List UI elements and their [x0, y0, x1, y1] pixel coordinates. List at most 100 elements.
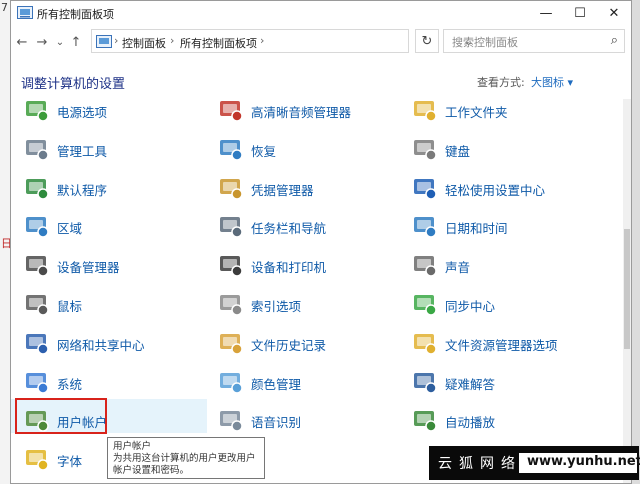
control-panel-item[interactable]: 键盘	[411, 134, 601, 166]
autoplay-icon	[414, 411, 437, 433]
control-panel-item[interactable]: 用户帐户	[23, 405, 213, 437]
item-label: 恢复	[251, 143, 277, 159]
control-panel-icon	[96, 35, 112, 48]
control-panel-window: 所有控制面板项 — ☐ ✕ ← → ⌄ ↑ › 控制面板 › 所有控制面板项 ›…	[10, 0, 632, 484]
item-label: 轻松使用设置中心	[445, 182, 546, 198]
title-bar[interactable]: 所有控制面板项 — ☐ ✕	[11, 1, 631, 25]
minimize-button[interactable]: —	[529, 1, 563, 25]
control-panel-item[interactable]: 声音	[411, 250, 601, 282]
vertical-scrollbar[interactable]	[623, 99, 631, 483]
control-panel-item[interactable]: 恢复	[217, 134, 407, 166]
control-panel-item[interactable]: 管理工具	[23, 134, 213, 166]
file-history-icon	[220, 333, 243, 355]
item-label: 同步中心	[445, 299, 496, 314]
folder-options-icon	[414, 333, 437, 355]
item-label: 声音	[445, 260, 471, 276]
speech-recognition-icon	[220, 411, 243, 433]
control-panel-item[interactable]: 系统	[23, 367, 213, 399]
system-icon	[26, 372, 49, 394]
item-label: 语音识别	[251, 415, 302, 431]
item-label: 默认程序	[57, 182, 108, 198]
tooltip-title: 用户帐户	[113, 441, 152, 452]
device-manager-icon	[26, 256, 49, 277]
item-label: 设备和打印机	[251, 260, 327, 276]
breadcrumb-separator: ›	[170, 34, 175, 47]
control-panel-item[interactable]: 自动播放	[411, 405, 601, 437]
item-label: 网络和共享中心	[57, 337, 145, 353]
user-accounts-icon	[26, 411, 49, 433]
indexing-icon	[220, 295, 243, 316]
region-icon	[26, 217, 49, 239]
item-label: 设备管理器	[57, 260, 120, 276]
network-icon	[26, 333, 49, 355]
item-label: 系统	[57, 376, 83, 392]
search-icon[interactable]: ⌕	[611, 33, 618, 48]
recovery-icon	[220, 139, 243, 161]
control-panel-item[interactable]: 任务栏和导航	[217, 211, 407, 243]
item-label: 文件历史记录	[251, 337, 327, 353]
address-bar[interactable]: › 控制面板 › 所有控制面板项 › ⌄	[91, 29, 473, 53]
control-panel-item[interactable]: 颜色管理	[217, 367, 407, 399]
tooltip-description: 为共用这台计算机的用户更改用户帐户设置和密码。	[113, 453, 256, 476]
control-panel-item[interactable]: 语音识别	[217, 405, 407, 437]
watermark-en-box: www.yunhu.net	[519, 453, 640, 473]
item-label: 管理工具	[57, 143, 108, 159]
item-label: 高清晰音频管理器	[251, 105, 352, 120]
printer-icon	[220, 256, 243, 277]
item-label: 任务栏和导航	[251, 221, 327, 237]
control-panel-item[interactable]: 文件资源管理器选项	[411, 328, 601, 360]
refresh-button[interactable]: ↻	[415, 29, 439, 53]
forward-button[interactable]: →	[33, 27, 51, 57]
control-panel-item[interactable]: 文件历史记录	[217, 328, 407, 360]
mouse-icon	[26, 295, 49, 316]
back-button[interactable]: ←	[13, 27, 31, 57]
control-panel-item[interactable]: 设备和打印机	[217, 250, 407, 282]
admin-tools-icon	[26, 139, 49, 161]
sync-center-icon	[414, 295, 437, 316]
breadcrumb-separator: ›	[260, 34, 265, 47]
up-button[interactable]: ↑	[67, 27, 85, 57]
keyboard-icon	[414, 139, 437, 161]
window-title: 所有控制面板项	[37, 8, 114, 21]
control-panel-item[interactable]: 同步中心	[411, 289, 601, 321]
fonts-icon	[26, 450, 49, 471]
work-folders-icon	[414, 101, 437, 122]
item-label: 用户帐户	[57, 415, 108, 431]
control-panel-item[interactable]: 高清晰音频管理器	[217, 99, 407, 127]
item-label: 键盘	[445, 143, 471, 159]
scrollbar-thumb[interactable]	[624, 229, 630, 349]
control-panel-item[interactable]: 电源选项	[23, 99, 213, 127]
control-panel-item[interactable]: 设备管理器	[23, 250, 213, 282]
control-panel-item[interactable]: 凭据管理器	[217, 173, 407, 205]
control-panel-item[interactable]: 默认程序	[23, 173, 213, 205]
search-placeholder: 搜索控制面板	[452, 36, 518, 49]
item-label: 颜色管理	[251, 376, 302, 392]
sound-icon	[414, 256, 437, 277]
item-label: 疑难解答	[445, 376, 496, 392]
breadcrumb-all-items[interactable]: 所有控制面板项	[180, 35, 257, 51]
control-panel-item[interactable]: 网络和共享中心	[23, 328, 213, 360]
item-label: 字体	[57, 454, 83, 470]
item-label: 自动播放	[445, 415, 496, 431]
search-input[interactable]: 搜索控制面板 ⌕	[443, 29, 625, 53]
item-label: 电源选项	[57, 105, 108, 120]
view-by-dropdown[interactable]: 大图标 ▾	[531, 74, 573, 90]
tooltip: 用户帐户 为共用这台计算机的用户更改用户帐户设置和密码。	[107, 437, 265, 479]
items-grid: 电源选项管理工具默认程序区域设备管理器鼠标网络和共享中心 系统用户帐户字体 高清晰音…	[11, 99, 631, 483]
control-panel-item[interactable]: 工作文件夹	[411, 99, 601, 127]
item-label: 日期和时间	[445, 221, 508, 237]
breadcrumb-control-panel[interactable]: 控制面板	[122, 35, 166, 51]
control-panel-item[interactable]: 鼠标	[23, 289, 213, 321]
maximize-button[interactable]: ☐	[563, 1, 597, 25]
control-panel-item[interactable]: 轻松使用设置中心	[411, 173, 601, 205]
power-options-icon	[26, 101, 49, 122]
credential-manager-icon	[220, 178, 243, 200]
item-label: 文件资源管理器选项	[445, 337, 558, 353]
control-panel-item[interactable]: 区域	[23, 211, 213, 243]
close-button[interactable]: ✕	[597, 1, 631, 25]
control-panel-item[interactable]: 索引选项	[217, 289, 407, 321]
date-time-icon	[414, 217, 437, 239]
control-panel-item[interactable]: 疑难解答	[411, 367, 601, 399]
page-heading: 调整计算机的设置	[21, 77, 126, 92]
control-panel-item[interactable]: 日期和时间	[411, 211, 601, 243]
